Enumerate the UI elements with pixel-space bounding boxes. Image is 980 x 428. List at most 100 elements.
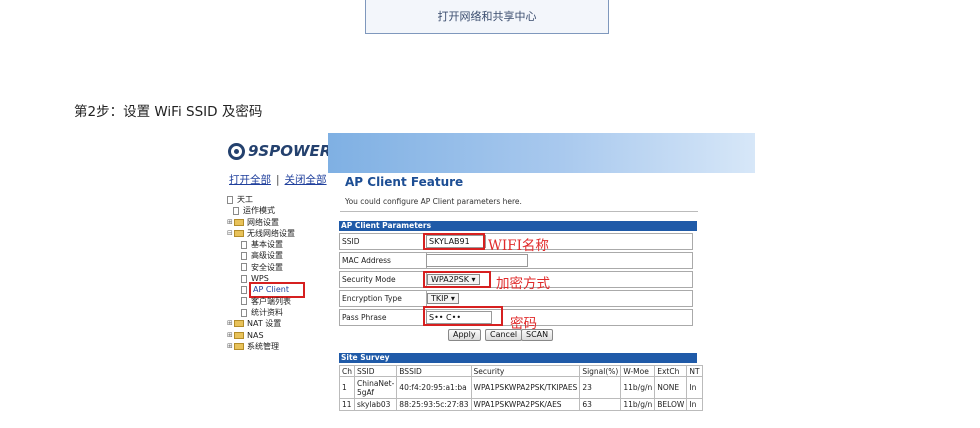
survey-header: Site Survey — [339, 353, 697, 363]
brand-name: 9SPOWER — [248, 142, 332, 160]
apply-button[interactable]: Apply — [448, 329, 481, 341]
ssid-annotation: WIFI名称 — [488, 238, 549, 254]
table-cell: 11 — [339, 398, 355, 411]
tree-label: NAS — [247, 330, 264, 340]
table-cell: 23 — [579, 376, 622, 399]
divider — [340, 211, 698, 212]
table-row[interactable]: 1 ChinaNet-5gAf 40:f4:20:95:a1:ba WPA1PS… — [339, 376, 703, 399]
tree-root[interactable]: 天工 — [227, 194, 305, 205]
page-icon — [241, 308, 247, 317]
page-subtitle: You could configure AP Client parameters… — [345, 197, 522, 206]
tree-item-ap-client[interactable]: AP Client — [227, 282, 305, 298]
site-survey-table: Ch SSID BSSID Security Signal(%) W-Moe E… — [339, 365, 703, 411]
table-header-row: Ch SSID BSSID Security Signal(%) W-Moe E… — [339, 365, 703, 377]
page-icon — [241, 252, 247, 261]
tree-label: 统计资料 — [251, 307, 283, 317]
page-icon — [241, 263, 247, 272]
mac-row: MAC Address (Optional) — [339, 252, 693, 280]
tree-label: 客户端列表 — [251, 296, 291, 306]
column-header: W-Moe — [620, 365, 656, 377]
brand-logo: 9SPOWER — [228, 142, 331, 160]
column-header: SSID — [353, 365, 398, 377]
folder-icon — [234, 320, 244, 328]
tree-label: 安全设置 — [251, 262, 283, 272]
table-cell: WPA1PSKWPA2PSK/TKIPAES — [470, 376, 581, 399]
table-cell: skylab03 — [353, 398, 398, 411]
scan-button[interactable]: SCAN — [521, 329, 554, 341]
column-header: Ch — [339, 365, 355, 377]
expand-icon: ⊞ — [227, 217, 233, 226]
page-icon — [241, 297, 247, 306]
expand-icon: ⊞ — [227, 319, 233, 328]
tree-item-advanced[interactable]: 高级设置 — [227, 250, 305, 261]
table-cell: BELOW — [654, 398, 688, 411]
table-cell: 11b/g/n — [620, 398, 656, 411]
column-header: BSSID — [396, 365, 472, 377]
expand-all-link[interactable]: 打开全部 — [229, 174, 271, 186]
tree-item-security[interactable]: 安全设置 — [227, 262, 305, 273]
mac-label: MAC Address (Optional) — [340, 253, 427, 280]
step-heading: 第2步：设置 WiFi SSID 及密码 — [74, 104, 263, 120]
folder-icon — [234, 218, 244, 226]
tree-toggle-links: 打开全部 | 关闭全部 — [229, 172, 327, 187]
passphrase-label: Pass Phrase — [340, 310, 427, 325]
folder-open-icon — [234, 230, 244, 238]
params-header: AP Client Parameters — [339, 221, 697, 231]
open-network-sharing-center-button[interactable]: 打开网络和共享中心 — [365, 0, 609, 34]
table-cell: 1 — [339, 376, 355, 399]
tree-folder-nas[interactable]: ⊞ NAS — [227, 330, 305, 341]
link-separator: | — [276, 174, 280, 186]
page-icon — [241, 286, 247, 295]
tree-folder-system[interactable]: ⊞ 系统管理 — [227, 341, 305, 352]
passphrase-highlight — [423, 306, 503, 326]
header-banner: m)i(m)o(bility — [328, 133, 755, 173]
encryption-select-value: TKIP — [431, 294, 449, 303]
page-title: AP Client Feature — [345, 175, 464, 189]
table-cell: In — [686, 398, 703, 411]
table-cell: 11b/g/n — [620, 376, 656, 399]
tree-label: 运作模式 — [243, 206, 275, 216]
cancel-button[interactable]: Cancel — [485, 329, 523, 341]
table-cell: 88:25:93:5c:27:83 — [396, 398, 472, 411]
table-cell: 63 — [579, 398, 622, 411]
column-header: Security — [470, 365, 581, 377]
tree-folder-network[interactable]: ⊞ 网络设置 — [227, 217, 305, 228]
tree-label: 天工 — [237, 195, 253, 204]
table-row[interactable]: 11 skylab03 88:25:93:5c:27:83 WPA1PSKWPA… — [339, 398, 703, 411]
nav-tree: 天工 运作模式 ⊞ 网络设置 ⊟ 无线网络设置 基本设置 高级设置 安全设置 WPS… — [227, 194, 305, 352]
tree-label: NAT 设置 — [247, 319, 282, 329]
collapse-all-link[interactable]: 关闭全部 — [285, 174, 327, 186]
table-cell: ChinaNet-5gAf — [353, 376, 398, 399]
table-cell: WPA1PSKWPA2PSK/AES — [470, 398, 581, 411]
expand-icon: ⊞ — [227, 330, 233, 339]
page-icon — [227, 195, 233, 204]
tree-item-statistics[interactable]: 统计资料 — [227, 307, 305, 318]
tree-item-operation-mode[interactable]: 运作模式 — [227, 205, 305, 216]
tree-label: 基本设置 — [251, 240, 283, 250]
expand-icon: ⊞ — [227, 341, 233, 350]
mac-input[interactable] — [426, 254, 528, 267]
tree-folder-nat[interactable]: ⊞ NAT 设置 — [227, 318, 305, 329]
tree-label: 系统管理 — [247, 341, 279, 351]
page-icon — [233, 206, 239, 215]
tree-label: 无线网络设置 — [247, 228, 295, 238]
page-icon — [241, 274, 247, 283]
column-header: ExtCh — [654, 365, 688, 377]
security-label: Security Mode — [340, 272, 427, 287]
brand-logo-icon — [228, 142, 245, 160]
collapse-icon: ⊟ — [227, 228, 233, 237]
router-admin-screenshot: 9SPOWER m)i(m)o(bility 打开全部 | 关闭全部 天工 运作模式… — [225, 133, 755, 428]
column-header: NT — [686, 365, 703, 377]
folder-icon — [234, 331, 244, 339]
tree-label: 网络设置 — [247, 217, 279, 227]
ssid-label: SSID — [340, 234, 427, 249]
folder-icon — [234, 343, 244, 350]
tree-label: 高级设置 — [251, 251, 283, 261]
table-cell: NONE — [654, 376, 688, 399]
ssid-highlight — [423, 233, 485, 250]
encryption-select[interactable]: TKIP ▾ — [427, 293, 459, 304]
tree-folder-wireless[interactable]: ⊟ 无线网络设置 — [227, 228, 305, 239]
table-cell: In — [686, 376, 703, 399]
tree-item-basic[interactable]: 基本设置 — [227, 239, 305, 250]
column-header: Signal(%) — [579, 365, 622, 377]
